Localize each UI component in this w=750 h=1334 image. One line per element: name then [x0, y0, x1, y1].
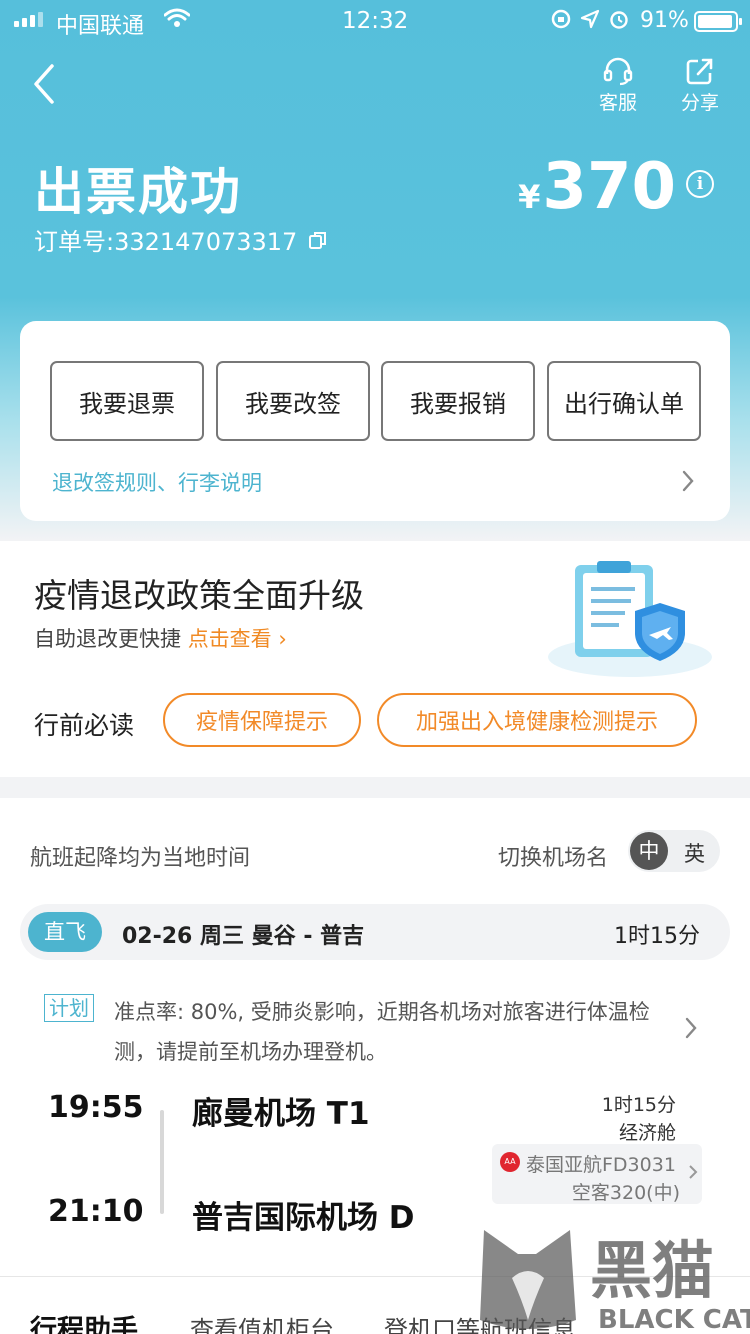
- rules-link[interactable]: 退改签规则、行李说明: [52, 467, 262, 497]
- wifi-icon: [163, 8, 191, 34]
- airline-info[interactable]: AA 泰国亚航FD3031 空客320(中): [492, 1144, 702, 1204]
- info-icon[interactable]: i: [686, 170, 714, 198]
- must-read-label: 行前必读: [34, 711, 135, 740]
- alarm-icon: [610, 11, 628, 29]
- policy-subtitle-text: 自助退改更快捷: [34, 627, 181, 651]
- signal-icon: [14, 12, 43, 27]
- switch-airport-name-label: 切换机场名: [498, 846, 609, 871]
- battery-icon: [694, 11, 742, 32]
- language-toggle[interactable]: 中 英: [628, 830, 720, 872]
- headset-icon: [603, 57, 633, 86]
- gate-info-link[interactable]: 登机口等航班信息: [384, 1310, 576, 1334]
- chevron-right-icon[interactable]: [683, 1016, 699, 1040]
- share-icon: [686, 58, 713, 85]
- cabin-class: 经济舱: [618, 1122, 676, 1144]
- customer-service-label: 客服: [598, 92, 637, 114]
- clock: 12:32: [342, 8, 409, 34]
- chevron-right-icon[interactable]: [680, 469, 696, 493]
- carrier-name: 中国联通: [56, 14, 145, 39]
- arrival-time: 21:10: [48, 1194, 144, 1229]
- departure-time: 19:55: [48, 1090, 144, 1125]
- policy-illustration: [548, 561, 712, 677]
- route-line: [160, 1110, 164, 1214]
- order-number-text: 订单号:332147073317: [34, 228, 298, 256]
- customer-service-button[interactable]: 客服: [588, 56, 648, 115]
- flight-section: 航班起降均为当地时间 切换机场名 中 英 直飞 02-26 周三 曼谷 - 普吉…: [0, 798, 750, 1334]
- flight-duration-detail: 1时15分: [601, 1094, 676, 1116]
- policy-title: 疫情退改政策全面升级: [34, 576, 364, 615]
- policy-subtitle: 自助退改更快捷 点击查看 ›: [34, 623, 287, 653]
- check-in-counter-link[interactable]: 查看值机柜台: [190, 1310, 334, 1334]
- departure-airport: 廊曼机场 T1: [192, 1096, 370, 1132]
- currency-symbol: ¥: [518, 178, 541, 216]
- flight-duration: 1时15分: [614, 924, 700, 949]
- trip-assistant-title: 行程助手: [30, 1315, 138, 1334]
- airline-flight-number: 泰国亚航FD3031: [526, 1154, 676, 1176]
- view-policy-link-text[interactable]: 点击查看: [188, 627, 272, 651]
- battery-percent: 91%: [640, 8, 689, 33]
- epidemic-tip-button[interactable]: 疫情保障提示: [163, 693, 361, 747]
- price-amount: 370: [542, 150, 676, 224]
- chevron-left-icon: [34, 64, 54, 104]
- status-bar: 中国联通 12:32 91%: [0, 0, 750, 42]
- airline-logo-icon: AA: [500, 1152, 520, 1172]
- refund-button[interactable]: 我要退票: [50, 361, 204, 441]
- ticket-price: ¥ 370: [518, 150, 676, 224]
- view-policy-link[interactable]: 点击查看 ›: [188, 627, 287, 651]
- direct-flight-badge: 直飞: [28, 912, 102, 952]
- local-time-note: 航班起降均为当地时间: [30, 846, 251, 871]
- plan-badge: 计划: [44, 994, 94, 1022]
- chevron-right-icon: [689, 1165, 698, 1179]
- on-time-notice[interactable]: 准点率: 80%, 受肺炎影响，近期各机场对旅客进行体温检测，请提前至机场办理登…: [114, 992, 674, 1072]
- arrival-airport: 普吉国际机场 D: [192, 1200, 415, 1236]
- copy-icon[interactable]: [307, 229, 329, 251]
- lang-english-option[interactable]: 英: [684, 838, 705, 868]
- flight-summary-bar: 直飞 02-26 周三 曼谷 - 普吉 1时15分: [20, 904, 730, 960]
- travel-confirmation-button[interactable]: 出行确认单: [547, 361, 701, 441]
- action-card: 我要退票 我要改签 我要报销 出行确认单 退改签规则、行李说明: [20, 321, 730, 521]
- page-title: 出票成功: [34, 163, 242, 221]
- back-button[interactable]: [26, 60, 70, 108]
- status-icons: [550, 8, 630, 30]
- health-check-tip-button[interactable]: 加强出入境健康检测提示: [377, 693, 697, 747]
- location-icon: [580, 9, 600, 29]
- divider: [0, 1276, 750, 1277]
- lang-chinese-option[interactable]: 中: [630, 832, 668, 870]
- policy-section: 疫情退改政策全面升级 自助退改更快捷 点击查看 › 行前必读 疫情保障提示 加强…: [0, 541, 750, 777]
- reimburse-button[interactable]: 我要报销: [381, 361, 535, 441]
- share-button[interactable]: 分享: [670, 56, 730, 115]
- share-label: 分享: [680, 92, 719, 114]
- route-summary: 02-26 周三 曼谷 - 普吉: [122, 924, 365, 949]
- reschedule-button[interactable]: 我要改签: [216, 361, 370, 441]
- order-number: 订单号:332147073317: [34, 222, 329, 257]
- aircraft-type: 空客320(中): [571, 1182, 680, 1204]
- rotation-lock-icon: [551, 9, 571, 29]
